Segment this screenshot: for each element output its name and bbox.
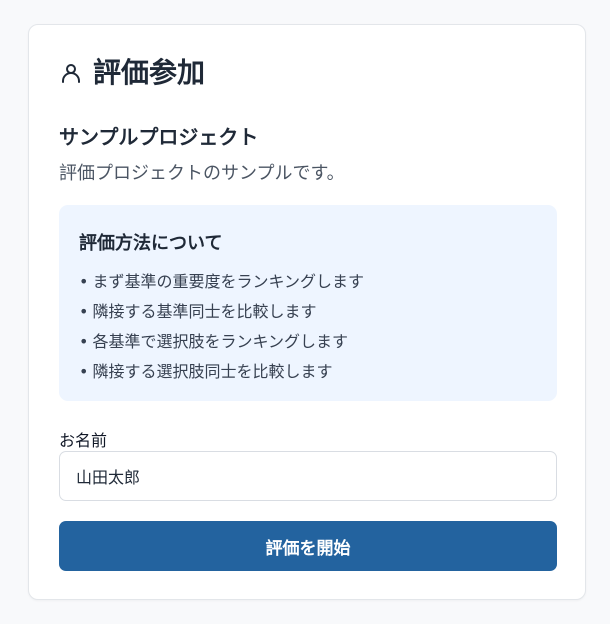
list-item: まず基準の重要度をランキングします [79,267,537,297]
list-item: 隣接する選択肢同士を比較します [79,357,537,387]
list-item: 隣接する基準同士を比較します [79,297,537,327]
info-list: まず基準の重要度をランキングします 隣接する基準同士を比較します 各基準で選択肢… [79,267,537,387]
project-description: 評価プロジェクトのサンプルです。 [59,163,345,184]
name-label: お名前 [59,431,108,450]
participation-card: 評価参加 サンプルプロジェクト 評価プロジェクトのサンプルです。 評価方法につい… [28,24,586,600]
info-title: 評価方法について [79,233,223,254]
user-icon [59,61,83,85]
project-title: サンプルプロジェクト [59,125,259,149]
name-input[interactable] [59,451,557,501]
info-box: 評価方法について まず基準の重要度をランキングします 隣接する基準同士を比較しま… [59,205,557,401]
page-title: 評価参加 [93,56,206,89]
list-item: 各基準で選択肢をランキングします [79,327,537,357]
card-header: 評価参加 [59,55,205,91]
start-evaluation-button[interactable]: 評価を開始 [59,521,557,571]
